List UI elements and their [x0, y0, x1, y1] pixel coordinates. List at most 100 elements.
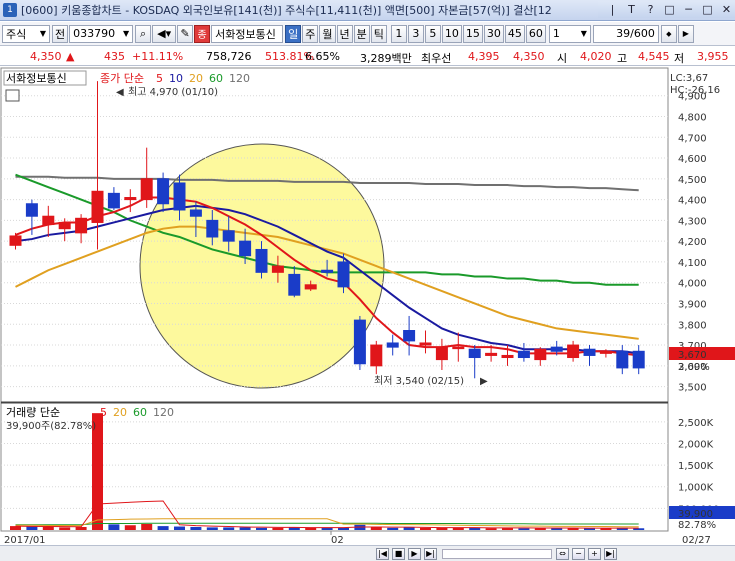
price-axis-tick: 4,600 — [678, 154, 707, 165]
stock-chart[interactable]: 4,9004,8004,7004,6004,5004,4004,3004,200… — [0, 67, 735, 545]
min-arrow-icon: ▶ — [480, 376, 488, 387]
toggle-button[interactable]: ▶ — [677, 24, 694, 43]
minute-60-button[interactable]: 60 — [525, 24, 546, 43]
minute-3-button[interactable]: 3 — [407, 24, 424, 43]
edit-button[interactable]: ✎ — [177, 24, 194, 43]
candle-body — [255, 248, 268, 273]
volume-bar — [403, 527, 415, 530]
app-icon: 1 — [3, 3, 17, 17]
minute-45-button[interactable]: 45 — [504, 24, 525, 43]
candle-body — [616, 350, 629, 369]
scroll-stop-button[interactable]: ■ — [392, 548, 405, 560]
end-icon: ▶| — [606, 549, 615, 558]
candle-body — [288, 273, 301, 296]
range-spinner[interactable]: ◆ — [660, 24, 677, 43]
candle-body — [435, 346, 448, 361]
volume-axis-tick: 1,500K — [678, 461, 714, 472]
count-select[interactable]: 1 ▼ — [548, 24, 591, 43]
zoom-in-button[interactable]: + — [588, 548, 601, 560]
slider-icon: ⇔ — [559, 549, 566, 558]
current-volume-tag-text: 39,900 — [678, 509, 713, 520]
ma-legend-entry: 20 — [189, 72, 203, 85]
volume-bar — [59, 527, 71, 530]
scroll-end-button[interactable]: ▶| — [604, 548, 617, 560]
ma-legend-entry: 120 — [153, 406, 174, 419]
period-week-tab[interactable]: 주 — [302, 24, 319, 43]
price-legend-prefix: 종가 단순 — [100, 72, 144, 85]
chevron-down-icon: ▼ — [580, 29, 587, 38]
chart-scroll-bar[interactable]: |◀ ■ ▶ ▶| ⇔ − + ▶| — [0, 545, 735, 561]
stock-info-button[interactable]: 종 — [194, 24, 211, 43]
stock-code-value: 033790 — [73, 27, 116, 40]
calendar-icon[interactable] — [5, 89, 20, 102]
candle-body — [485, 352, 498, 356]
price-axis-tick: 3,900 — [678, 299, 707, 310]
zoom-slider-button[interactable]: ⇔ — [556, 548, 569, 560]
candle-body — [239, 240, 252, 257]
help-button[interactable]: ? — [642, 1, 659, 18]
restore-small-button[interactable]: □ — [661, 1, 678, 18]
minute-30-button[interactable]: 30 — [483, 24, 504, 43]
scroll-track[interactable] — [442, 549, 552, 559]
volume-bar — [190, 526, 202, 530]
text-tool-button[interactable]: T — [623, 1, 640, 18]
chart-area[interactable]: 4,900 4,800 4,700 4,600 4,500 4,400 4,300 4,200… — [0, 67, 735, 561]
volume-bar — [124, 525, 136, 530]
change-arrow-icon: ▲ — [66, 50, 75, 63]
volume-bar — [338, 527, 349, 530]
volume-axis-labels: 2,500K2,000K1,500K1,000K500,000 — [678, 418, 719, 516]
volume-bar — [26, 526, 38, 530]
scroll-first-button[interactable]: |◀ — [376, 548, 389, 560]
volume-axis-tick: 1,000K — [678, 483, 714, 494]
minute-1-button[interactable]: 1 — [390, 24, 407, 43]
volume-bar — [223, 527, 235, 530]
search-button[interactable]: ⌕ — [135, 24, 152, 43]
all-button[interactable]: 전 — [52, 24, 69, 43]
chart-toolbar: 주식 ▼ 전 033790 ▼ ⌕ ◀▾ ✎ 종 서화정보통신 일 주 월 년 … — [0, 22, 735, 46]
best-quote-label: 최우선 — [421, 52, 452, 65]
volume-bar — [108, 524, 120, 530]
maximize-button[interactable]: □ — [699, 1, 716, 18]
volume-bar — [485, 528, 497, 530]
minimize-button[interactable]: ─ — [680, 1, 697, 18]
period-minute-tab[interactable]: 분 — [353, 24, 370, 43]
x-label-jan: 2017/01 — [4, 535, 46, 545]
period-tick-tab[interactable]: 틱 — [370, 24, 387, 43]
sound-button[interactable]: ◀▾ — [152, 24, 177, 43]
period-day-tab[interactable]: 일 — [285, 24, 302, 43]
minute-15-button[interactable]: 15 — [462, 24, 483, 43]
separator-icon: | — [610, 3, 615, 16]
volume-bar — [141, 523, 153, 530]
range-value: 39/600 — [616, 27, 655, 40]
current-price-tag-text: 3,670 — [678, 350, 707, 361]
zoom-out-button[interactable]: − — [572, 548, 585, 560]
minute-10-button[interactable]: 10 — [441, 24, 462, 43]
lc-value: LC:3,67 — [670, 73, 708, 84]
period-month-tab[interactable]: 월 — [319, 24, 336, 43]
scroll-last-button[interactable]: ▶| — [424, 548, 437, 560]
high-label: 고 — [617, 52, 628, 65]
pencil-icon: ✎ — [180, 27, 190, 40]
window-title: [0600] 키움종합차트 - KOSDAQ 외국인보유[141(천)] 주식수… — [21, 4, 552, 17]
scroll-next-button[interactable]: ▶ — [408, 548, 421, 560]
search-icon: ⌕ — [140, 26, 147, 40]
volume-bar — [420, 527, 431, 530]
quote-infobar: 4,350 ▲ 435 +11.11% 758,726 513.81% 6.65… — [0, 47, 735, 66]
volume-value: 758,726 — [206, 50, 252, 63]
price-axis-tick: 4,500 — [678, 175, 707, 186]
price-axis-tick: 4,200 — [678, 237, 707, 248]
candle-body — [25, 203, 38, 217]
turnover-rate: 6.65% — [305, 50, 340, 63]
plus-icon: + — [591, 549, 598, 558]
volume-axis-tick: 2,000K — [678, 439, 714, 450]
minute-5-button[interactable]: 5 — [424, 24, 441, 43]
candle-body — [91, 190, 104, 223]
range-input[interactable]: 39/600 — [592, 24, 659, 43]
close-button[interactable]: ✕ — [718, 1, 735, 18]
volume-legend-prefix: 거래량 단순 — [6, 406, 60, 419]
x-label-feb: 02 — [331, 535, 344, 545]
stop-icon: ■ — [394, 549, 403, 558]
market-select[interactable]: 주식 ▼ — [2, 24, 50, 43]
stock-code-input[interactable]: 033790 ▼ — [69, 24, 134, 43]
period-year-tab[interactable]: 년 — [336, 24, 353, 43]
